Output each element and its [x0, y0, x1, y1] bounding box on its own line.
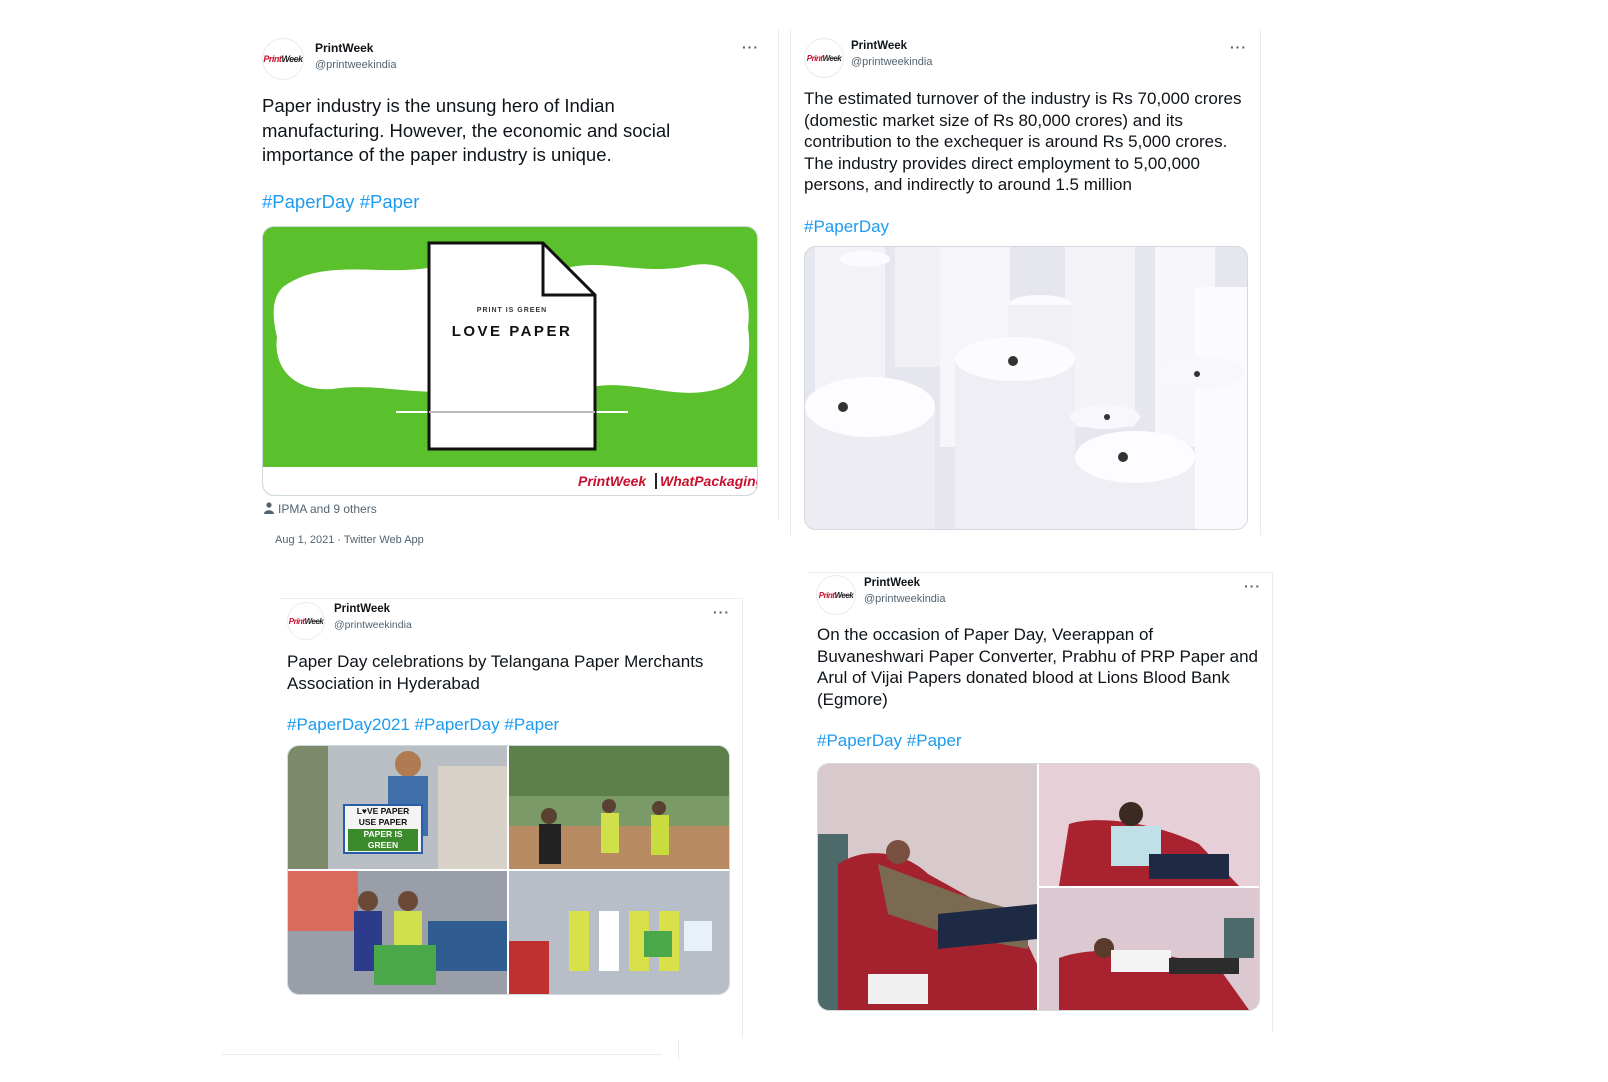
tweet-card-4[interactable]: PrintWeek PrintWeek @printweekindia ··· …: [808, 573, 1271, 1023]
printweek-logo: PrintWeek: [263, 54, 303, 64]
avatar[interactable]: PrintWeek: [287, 602, 325, 640]
more-options-icon[interactable]: ···: [1230, 40, 1247, 54]
tweet-timestamp[interactable]: Aug 1, 2021 · Twitter Web App: [275, 534, 424, 546]
hashtags[interactable]: #PaperDay #Paper: [262, 191, 419, 213]
sign-line-1: L♥VE PAPER: [356, 806, 410, 816]
photo-park-group[interactable]: [509, 746, 729, 869]
divider: [742, 598, 743, 1038]
image-header: PRINT IS GREEN: [476, 307, 548, 314]
image-caption-1: Lets celebrate Paper Day: [470, 426, 554, 433]
printweek-logo: PrintWeek: [818, 590, 854, 600]
sign-board: L♥VE PAPER USE PAPER PAPER IS GREEN: [343, 804, 423, 854]
tweet-text: On the occasion of Paper Day, Veerappan …: [817, 625, 1259, 709]
love-paper-graphic: [263, 241, 757, 495]
divider: [678, 1040, 679, 1060]
tweet-text: The estimated turnover of the industry i…: [804, 89, 1242, 194]
avatar[interactable]: PrintWeek: [804, 38, 844, 78]
more-options-icon[interactable]: ···: [742, 40, 759, 54]
account-name[interactable]: PrintWeek: [864, 577, 920, 589]
divider: [790, 30, 791, 535]
tagged-label: IPMA and 9 others: [278, 502, 377, 516]
photo-donor-3[interactable]: [1039, 888, 1259, 1010]
sign-line-3: PAPER IS GREEN: [348, 829, 418, 851]
image-caption-2: 1 August: [497, 435, 527, 442]
paper-rolls-photo: [805, 247, 1247, 529]
tweet-text: Paper Day celebrations by Telangana Pape…: [287, 652, 704, 693]
tweet-card-2[interactable]: PrintWeek PrintWeek @printweekindia ··· …: [792, 30, 1258, 535]
tweet-image-love-paper[interactable]: PRINT IS GREEN LOVE PAPER Lets celebrate…: [262, 226, 758, 496]
divider: [222, 1054, 662, 1055]
hashtags[interactable]: #PaperDay2021 #PaperDay #Paper: [287, 715, 559, 735]
printweek-logo: PrintWeek: [806, 53, 842, 63]
brand-printweek: PrintWeek: [578, 473, 647, 489]
tweet-photo-grid[interactable]: [817, 763, 1260, 1011]
tweet-card-3[interactable]: PrintWeek PrintWeek @printweekindia ··· …: [280, 599, 740, 1029]
account-name[interactable]: PrintWeek: [334, 603, 390, 615]
more-options-icon[interactable]: ···: [1244, 579, 1261, 593]
avatar[interactable]: PrintWeek: [816, 575, 856, 615]
divider: [778, 30, 779, 520]
person-icon: [264, 502, 274, 517]
tweet-photo-grid[interactable]: L♥VE PAPER USE PAPER PAPER IS GREEN: [287, 745, 730, 995]
account-name[interactable]: PrintWeek: [851, 40, 907, 52]
hashtags[interactable]: #PaperDay: [804, 217, 889, 237]
tweet-text: Paper industry is the unsung hero of Ind…: [262, 95, 671, 165]
more-options-icon[interactable]: ···: [713, 605, 730, 619]
photo-rally[interactable]: [509, 871, 729, 994]
account-handle[interactable]: @printweekindia: [851, 56, 933, 68]
photo-donor-1[interactable]: [818, 764, 1037, 1010]
brand-whatpackaging: WhatPackaging?: [655, 473, 757, 489]
photo-sign-holder[interactable]: L♥VE PAPER USE PAPER PAPER IS GREEN: [288, 746, 507, 869]
account-handle[interactable]: @printweekindia: [334, 619, 412, 631]
avatar[interactable]: PrintWeek: [262, 38, 304, 80]
tweet-image-paper-rolls[interactable]: [804, 246, 1248, 530]
account-name[interactable]: PrintWeek: [315, 41, 373, 55]
hashtags[interactable]: #PaperDay #Paper: [817, 731, 962, 751]
divider: [1260, 30, 1261, 535]
account-handle[interactable]: @printweekindia: [315, 59, 397, 71]
tweet-card-1[interactable]: PrintWeek PrintWeek @printweekindia ··· …: [248, 30, 778, 570]
photo-street-group[interactable]: [288, 871, 507, 994]
photo-donor-2[interactable]: [1039, 764, 1259, 886]
image-title: LOVE PAPER: [451, 323, 573, 340]
account-handle[interactable]: @printweekindia: [864, 593, 946, 605]
tagged-people[interactable]: IPMA and 9 others: [264, 502, 377, 517]
sign-line-2: USE PAPER: [358, 817, 408, 827]
divider: [1272, 572, 1273, 1032]
printweek-logo: PrintWeek: [288, 616, 324, 626]
